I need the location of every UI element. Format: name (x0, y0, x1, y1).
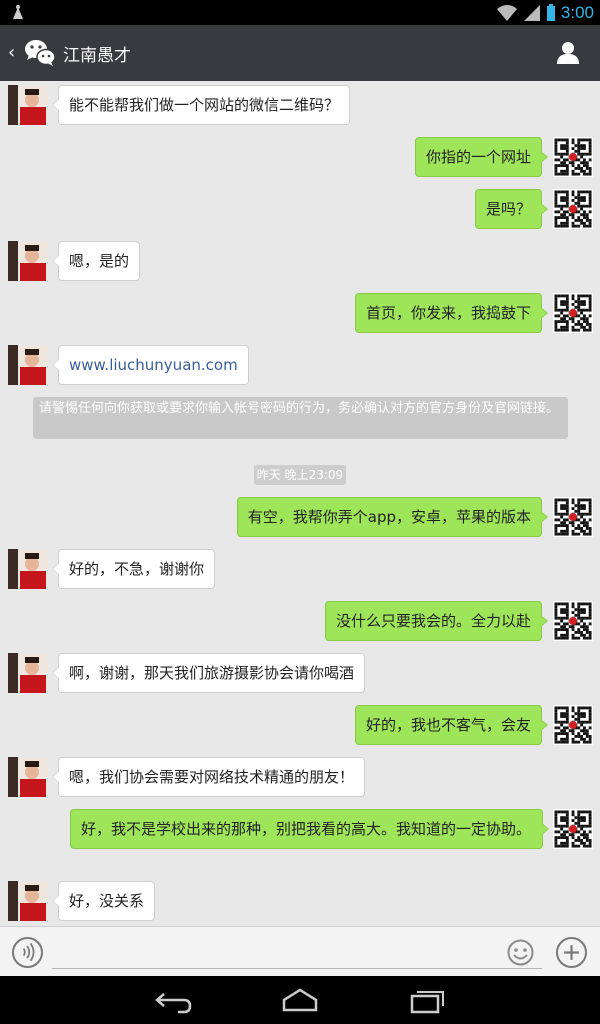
timestamp: 昨天 晚上23:09 (254, 465, 346, 485)
message-bubble-incoming[interactable]: 啊，谢谢，那天我们旅游摄影协会请你喝酒 (51, 653, 366, 693)
contact-avatar[interactable] (8, 881, 48, 921)
message-bubble-outgoing[interactable]: 你指的一个网址 (414, 137, 549, 177)
contact-avatar[interactable] (8, 549, 48, 589)
notification-icon (13, 5, 23, 19)
my-avatar-qr[interactable] (553, 705, 593, 745)
contact-avatar[interactable] (8, 85, 48, 125)
more-options-icon[interactable] (556, 937, 587, 968)
my-avatar-qr[interactable] (553, 137, 593, 177)
contact-avatar[interactable] (8, 241, 48, 281)
title-bar: ‹ 江南愚才 (0, 25, 600, 81)
emoji-icon[interactable] (507, 939, 534, 966)
voice-input-icon[interactable] (12, 937, 43, 968)
message-input[interactable] (52, 935, 542, 969)
signal-icon (523, 4, 540, 21)
my-avatar-qr[interactable] (553, 601, 593, 641)
message-bubble-outgoing[interactable]: 好，我不是学校出来的那种，别把我看的高大。我知道的一定协助。 (70, 809, 549, 849)
profile-icon[interactable] (556, 40, 580, 64)
home-nav-icon[interactable] (280, 986, 320, 1014)
contact-avatar[interactable] (8, 757, 48, 797)
navigation-bar (0, 976, 600, 1024)
message-bubble-outgoing[interactable]: 没什么只要我会的。全力以赴 (324, 601, 549, 641)
message-bubble-outgoing[interactable]: 是吗？ (474, 189, 549, 229)
my-avatar-qr[interactable] (553, 293, 593, 333)
message-bubble-outgoing[interactable]: 有空，我帮你弄个app，安卓，苹果的版本 (236, 497, 549, 537)
my-avatar-qr[interactable] (553, 809, 593, 849)
message-link[interactable]: www.liuchunyuan.com (52, 345, 249, 385)
message-bubble-incoming[interactable]: 好的，不急，谢谢你 (51, 549, 216, 589)
chat-title: 江南愚才 (63, 46, 131, 66)
clock: 3:00 (560, 2, 594, 22)
contact-avatar[interactable] (8, 345, 48, 385)
recents-nav-icon[interactable] (408, 986, 448, 1014)
message-bubble-incoming[interactable]: 嗯，是的 (51, 241, 141, 281)
chat-message-list[interactable]: 能不能帮我们做一个网站的微信二维码？ 你指的一个网址 是吗？ 嗯，是的 首页，你… (0, 81, 600, 926)
contact-avatar[interactable] (8, 653, 48, 693)
my-avatar-qr[interactable] (553, 189, 593, 229)
wifi-icon (496, 4, 517, 21)
wechat-chat-screen: 3:00 ‹ 江南愚才 能不能帮我们做一个网站的微信二维码？ 你指的一个网址 是… (0, 0, 600, 1024)
message-bubble-outgoing[interactable]: 首页，你发来，我捣鼓下 (354, 293, 549, 333)
battery-icon (546, 3, 555, 21)
security-notice: 请警惕任何向你获取或要求你输入帐号密码的行为，务必确认对方的官方身份及官网链接。 (33, 397, 568, 439)
message-bubble-outgoing[interactable]: 好的，我也不客气，会友 (354, 705, 549, 745)
back-nav-icon[interactable] (152, 986, 192, 1014)
message-bubble-incoming[interactable]: 能不能帮我们做一个网站的微信二维码？ (51, 85, 351, 125)
input-bar (0, 926, 600, 976)
wechat-logo-icon[interactable] (24, 38, 56, 68)
back-icon[interactable]: ‹ (8, 42, 22, 63)
status-bar: 3:00 (0, 0, 600, 25)
message-bubble-incoming[interactable]: 好，没关系 (51, 881, 156, 921)
message-bubble-incoming[interactable]: 嗯，我们协会需要对网络技术精通的朋友！ (51, 757, 366, 797)
my-avatar-qr[interactable] (553, 497, 593, 537)
